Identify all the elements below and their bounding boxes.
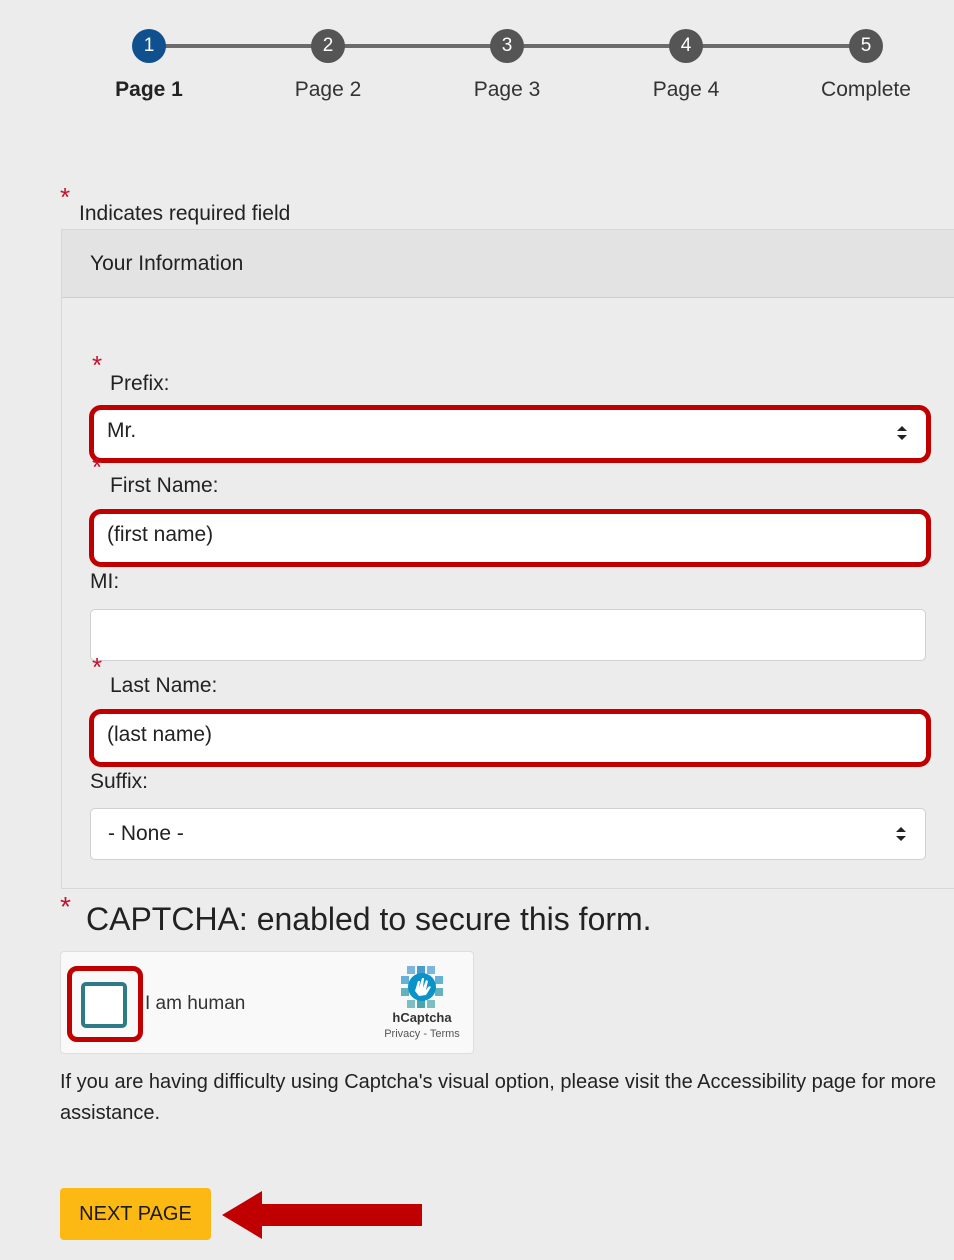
required-asterisk: * — [92, 652, 103, 682]
hcaptcha-brand: hCaptcha — [392, 1010, 452, 1025]
select-arrows-icon — [896, 425, 908, 443]
mi-input[interactable] — [90, 609, 926, 661]
first-name-label-text: First Name: — [110, 474, 219, 497]
suffix-label-text: Suffix: — [90, 770, 148, 793]
suffix-select-value: - None - — [108, 822, 184, 845]
required-asterisk: * — [60, 182, 71, 212]
prefix-label-text: Prefix: — [110, 372, 170, 395]
next-page-button[interactable]: NEXT PAGE — [60, 1188, 211, 1240]
prefix-select-value: Mr. — [107, 419, 137, 442]
step-1-label: Page 1 — [115, 78, 183, 101]
step-1-circle: 1 — [132, 29, 166, 63]
captcha-highlight — [67, 966, 143, 1042]
last-name-label-text: Last Name: — [110, 674, 218, 697]
prefix-select[interactable]: Mr. — [89, 405, 931, 463]
required-asterisk: * — [60, 891, 71, 922]
hcaptcha-logo-icon — [399, 964, 445, 1010]
required-note-text: Indicates required field — [79, 202, 291, 225]
step-2-label: Page 2 — [294, 78, 362, 101]
last-name-input[interactable]: (last name) — [89, 709, 931, 767]
captcha-checkbox-label: I am human — [145, 993, 246, 1014]
suffix-select[interactable]: - None - — [90, 808, 926, 860]
step-5-circle: 5 — [849, 29, 883, 63]
captcha-help-text: If you are having difficulty using Captc… — [60, 1071, 937, 1124]
step-5-label: Complete — [821, 78, 911, 101]
step-3-label: Page 3 — [473, 78, 541, 101]
step-2-circle: 2 — [311, 29, 345, 63]
select-arrows-icon — [895, 826, 907, 844]
hcaptcha-widget: I am human hCaptcha Privacy - Terms — [60, 951, 474, 1054]
captcha-checkbox[interactable] — [81, 982, 127, 1028]
required-asterisk: * — [92, 350, 103, 380]
first-name-input[interactable]: (first name) — [89, 509, 931, 567]
step-4-circle: 4 — [669, 29, 703, 63]
panel-title: Your Information — [62, 230, 954, 298]
mi-label-text: MI: — [90, 570, 120, 593]
required-asterisk: * — [92, 452, 103, 482]
annotation-arrow-icon — [222, 1191, 422, 1239]
hcaptcha-privacy-terms-links[interactable]: Privacy - Terms — [361, 1028, 483, 1040]
first-name-value: (first name) — [107, 523, 214, 546]
step-4-label: Page 4 — [652, 78, 720, 101]
progress-stepper: 1 2 3 4 5 Page 1 Page 2 Page 3 Page 4 Co… — [0, 0, 954, 120]
captcha-heading-text: CAPTCHA: enabled to secure this form. — [86, 901, 652, 937]
step-3-circle: 3 — [490, 29, 524, 63]
last-name-value: (last name) — [107, 723, 213, 746]
